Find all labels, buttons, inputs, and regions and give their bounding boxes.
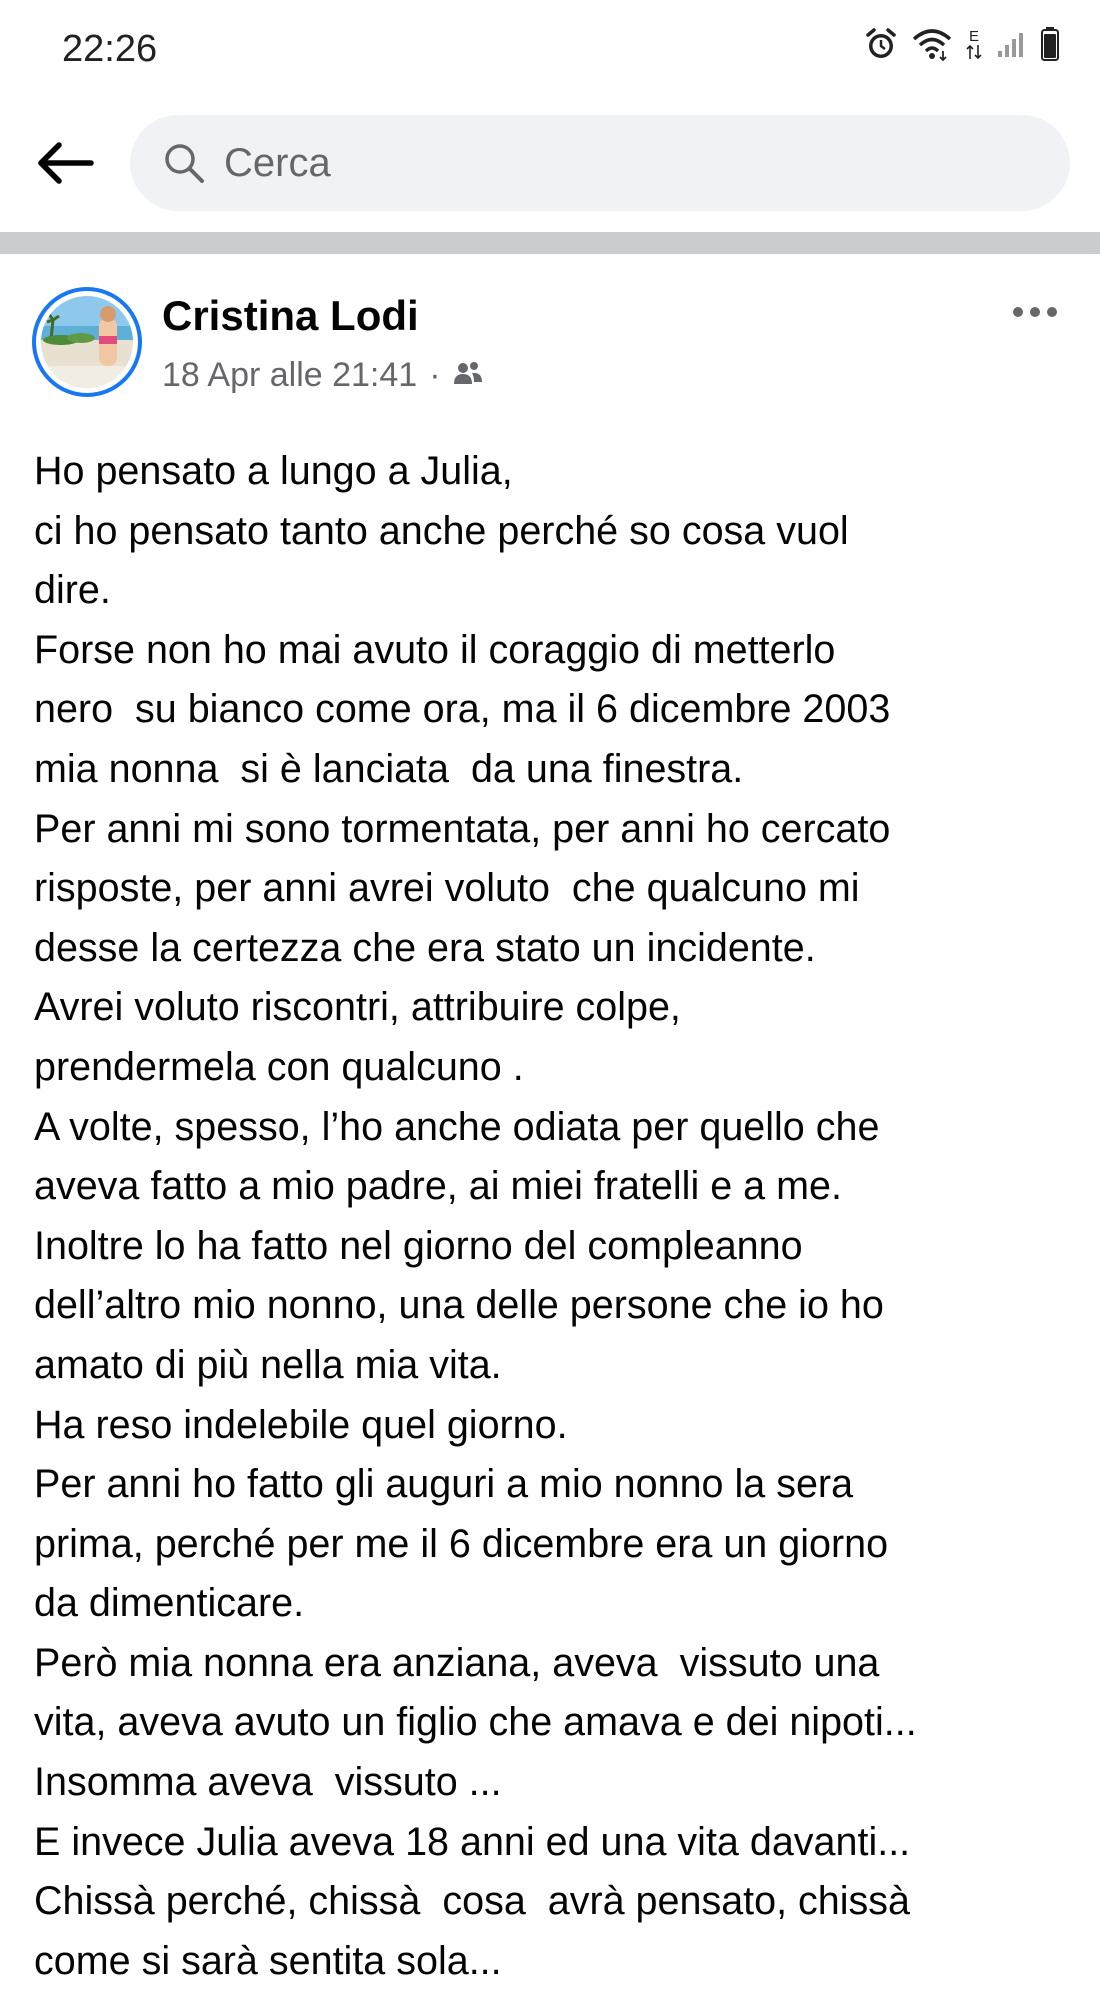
data-indicator: E bbox=[968, 27, 979, 45]
post-timestamp[interactable]: 18 Apr alle 21:41 bbox=[162, 356, 417, 395]
post-text-line: dell’altro mio nonno, una delle persone … bbox=[34, 1283, 884, 1328]
more-horizontal-icon bbox=[1012, 305, 1058, 323]
avatar[interactable] bbox=[32, 287, 142, 397]
status-icons: E bbox=[864, 26, 1060, 62]
feed-divider bbox=[0, 232, 1100, 254]
post-text-line: Ho pensato a lungo a Julia, bbox=[34, 449, 513, 493]
post-meta: 18 Apr alle 21:41 · bbox=[162, 356, 483, 395]
post-text-line: risposte, per anni avrei voluto che qual… bbox=[34, 866, 860, 911]
post-author-name[interactable]: Cristina Lodi bbox=[162, 292, 419, 340]
post-text-line: Per anni ho fatto gli auguri a mio nonno… bbox=[34, 1462, 854, 1507]
post-text-line: nero su bianco come ora, ma il 6 dicembr… bbox=[34, 687, 891, 732]
post-text-line: Per anni mi sono tormentata, per anni ho… bbox=[34, 806, 891, 851]
post-text-line: Ha reso indelebile quel giorno. bbox=[34, 1402, 568, 1447]
post-text-line: da dimenticare. bbox=[34, 1581, 305, 1626]
post-text-line: dire. bbox=[34, 568, 111, 613]
post-text-line: desse la certezza che era stato un incid… bbox=[34, 925, 816, 970]
wifi-icon bbox=[912, 27, 952, 61]
post-text-line: A volte, spesso, l’ho anche odiata per q… bbox=[34, 1104, 880, 1149]
post-text-line: Inoltre lo ha fatto nel giorno del compl… bbox=[34, 1223, 803, 1268]
search-placeholder: Cerca bbox=[224, 140, 331, 185]
status-bar: 22:26 E bbox=[0, 0, 1100, 100]
search-icon bbox=[162, 141, 206, 185]
post-text-line: Forse non ho mai avuto il coraggio di me… bbox=[34, 627, 836, 672]
signal-icon bbox=[996, 29, 1026, 59]
post-more-button[interactable] bbox=[1000, 284, 1070, 344]
post-text-line: mia nonna si è lanciata da una finestra. bbox=[34, 746, 744, 791]
data-arrows-icon: E bbox=[966, 29, 982, 60]
post-text-line: Insomma aveva vissuto ... bbox=[34, 1760, 502, 1805]
post-text-line: Chissà perché, chissà cosa avrà pensato,… bbox=[34, 1879, 911, 1924]
post-card: Cristina Lodi 18 Apr alle 21:41 · Ho pen… bbox=[0, 254, 1100, 2000]
search-input[interactable]: Cerca bbox=[130, 115, 1070, 211]
post-text-line: Però mia nonna era anziana, aveva vissut… bbox=[34, 1640, 880, 1685]
post-text-line: E invece Julia aveva 18 anni ed una vita… bbox=[34, 1819, 911, 1864]
post-text-line: Avrei voluto riscontri, attribuire colpe… bbox=[34, 985, 681, 1030]
status-time: 22:26 bbox=[62, 28, 158, 70]
meta-separator: · bbox=[429, 356, 441, 394]
post-body: Ho pensato a lungo a Julia, ci ho pensato… bbox=[34, 442, 1074, 1991]
post-text-line: amato di più nella mia vita. bbox=[34, 1342, 502, 1387]
post-text-line: prendermela con qualcuno . bbox=[34, 1044, 524, 1089]
post-text-line: ci ho pensato tanto anche perché so cosa… bbox=[34, 508, 849, 553]
arrow-left-icon bbox=[35, 141, 95, 190]
search-header: Cerca bbox=[0, 100, 1100, 230]
post-text-line: aveva fatto a mio padre, ai miei fratell… bbox=[34, 1164, 842, 1209]
alarm-icon bbox=[864, 27, 898, 61]
battery-icon bbox=[1040, 26, 1060, 62]
friends-icon bbox=[453, 356, 483, 395]
post-text-line: vita, aveva avuto un figlio che amava e … bbox=[34, 1700, 917, 1745]
post-text-line: prima, perché per me il 6 dicembre era u… bbox=[34, 1521, 889, 1566]
avatar-image bbox=[41, 296, 133, 388]
back-button[interactable] bbox=[30, 130, 100, 200]
post-text-line: come si sarà sentita sola... bbox=[34, 1938, 502, 1983]
